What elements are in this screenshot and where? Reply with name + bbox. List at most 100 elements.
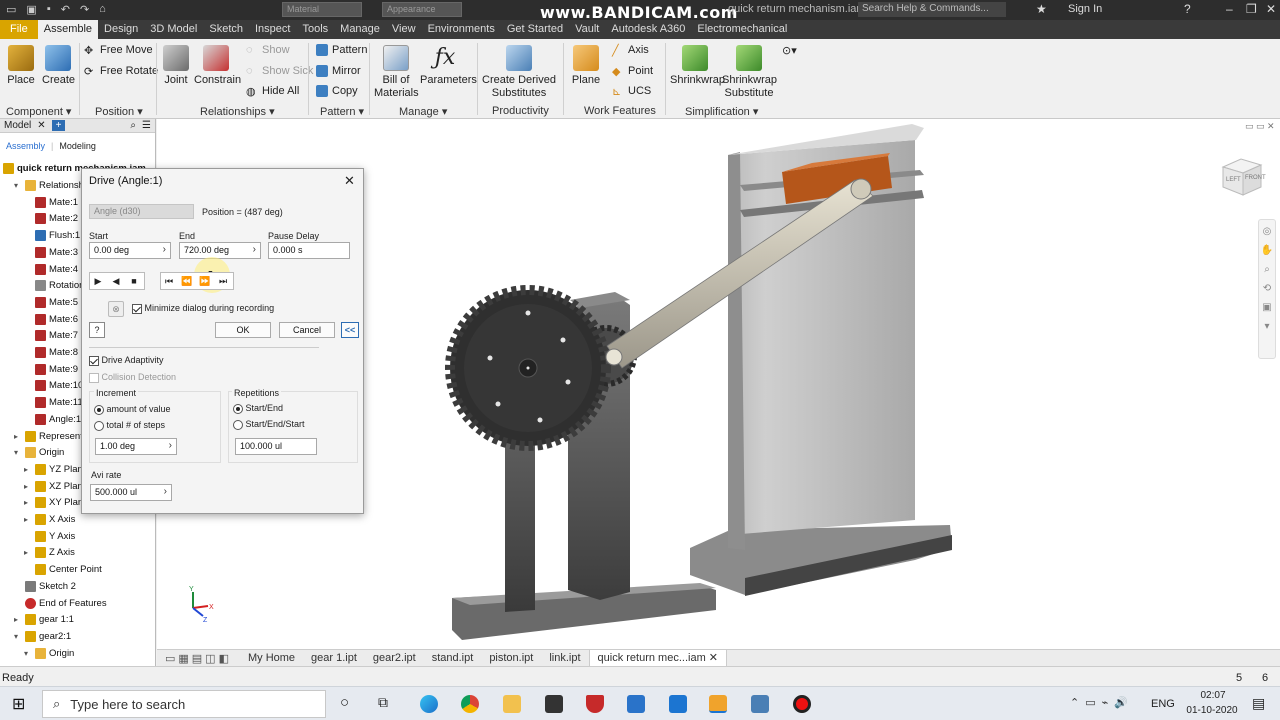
increment-input[interactable]: 1.00 deg › [95,438,177,455]
start-input[interactable]: 0.00 deg › [89,242,171,259]
calculator-icon[interactable] [751,695,769,713]
close-icon[interactable]: ✕ [709,652,718,664]
open-icon[interactable]: ▣ [26,3,36,16]
play-reverse-icon[interactable]: ◀ [109,274,123,288]
tree-item[interactable]: ▸ Z Axis [24,547,75,559]
tree-item[interactable]: Mate:11 [24,397,83,409]
tree-item[interactable]: ▸ X Axis [24,514,75,525]
copy-button[interactable]: Copy [316,85,358,97]
cortana-icon[interactable]: ○ [340,694,349,711]
amount-of-value-radio[interactable]: amount of value [94,404,171,415]
place-button[interactable]: Place [6,45,36,87]
tree-item[interactable]: ▾ Origin [14,447,64,459]
step-forward-icon[interactable]: ⏩ [198,274,212,288]
checkbox[interactable] [89,355,99,366]
tree-item[interactable]: Mate:8 [24,347,78,358]
tree-expander-icon[interactable]: ▸ [24,498,32,507]
tree-item[interactable]: Sketch 2 [14,580,76,592]
redo-icon[interactable]: ↷ [80,3,89,16]
doc-tab-gear1[interactable]: gear 1.ipt [303,652,365,664]
go-to-end-icon[interactable]: ⏭ [216,274,230,288]
collision-detection-checkbox[interactable]: Collision Detection [89,372,176,383]
photos-icon[interactable] [627,695,645,713]
clock-date[interactable]: 01-10-2020 [1180,705,1244,716]
doc-tab-piston[interactable]: piston.ipt [481,652,541,664]
end-input[interactable]: 720.00 deg › [179,242,261,259]
hide-all-button[interactable]: ◍ Hide All [246,85,299,98]
menu-icon[interactable]: ☰ [142,120,155,131]
inventor-icon[interactable] [709,695,727,713]
radio[interactable] [233,403,243,414]
tree-item[interactable]: ▸ XZ Plane [24,480,88,492]
mcafee-icon[interactable] [586,695,604,713]
pause-delay-input[interactable]: 0.000 s [268,242,350,259]
shrinkwrap-button[interactable]: Shrinkwrap [670,45,725,87]
file-explorer-icon[interactable] [503,695,521,713]
taskbar-search[interactable]: ⌕ Type here to search [42,690,326,718]
tree-expander-icon[interactable]: ▸ [14,615,22,624]
sign-in-link[interactable]: Sign In [1068,3,1102,15]
tree-item[interactable]: ▾ gear2:1 [14,630,71,642]
zoom-icon[interactable]: ⌕ [1264,264,1270,275]
star-icon[interactable]: ★ [1036,2,1047,16]
pattern-button[interactable]: Pattern [316,44,367,56]
joint-button[interactable]: Joint [162,45,190,87]
chevron-right-icon[interactable]: › [253,244,256,255]
mail-icon[interactable] [669,695,687,713]
play-forward-icon[interactable]: ▶ [91,274,105,288]
subtab-modeling[interactable]: Modeling [59,141,96,151]
tree-item[interactable]: Mate:1 [24,196,78,208]
show-button[interactable]: ◌ Show [246,44,290,56]
nav-options-icon[interactable]: ▾ [1264,321,1269,332]
tree-expander-icon[interactable]: ▸ [24,515,32,524]
tab-get-started[interactable]: Get Started [501,20,569,39]
minimize-icon[interactable]: – [1226,2,1233,16]
tree-item[interactable]: Mate:7 [24,330,78,342]
chrome-icon[interactable] [461,695,479,713]
chevron-right-icon[interactable]: › [169,440,172,451]
material-combo[interactable]: Material [282,2,362,17]
go-to-start-icon[interactable]: ⏮ [162,274,176,288]
search-icon[interactable]: ⌕ [130,120,136,131]
windows-start-icon[interactable]: ⊞ [12,694,25,714]
add-tab-icon[interactable]: + [51,120,66,131]
collapse-button[interactable]: << [341,322,359,338]
tree-item[interactable]: Mate:3 (2 [24,246,89,258]
stop-icon[interactable]: ■ [127,274,141,288]
tree-item[interactable]: ▸ XY Plane [24,497,88,509]
panel-relationships[interactable]: Relationships ▾ [200,105,275,118]
save-icon[interactable]: ▪ [47,3,51,16]
bandicam-icon[interactable] [793,695,811,713]
system-tray-icons[interactable]: ⌃▭⌁🔊 [1070,696,1134,709]
notifications-icon[interactable]: ▤ [1252,695,1265,712]
browser-tab-model[interactable]: Model [4,120,31,131]
create-button[interactable]: Create [42,45,75,87]
mirror-button[interactable]: Mirror [316,65,361,77]
ok-button[interactable]: OK [215,322,271,338]
help-button[interactable]: ? [89,322,105,338]
checkbox[interactable] [89,372,99,383]
doc-tab-stand[interactable]: stand.ipt [424,652,482,664]
tab-electromechanical[interactable]: Electromechanical [691,20,793,39]
tree-item[interactable]: Mate:9 [24,363,78,375]
close-icon[interactable]: ✕ [1266,2,1276,16]
store-icon[interactable] [545,695,563,713]
new-icon[interactable]: ▭ [6,3,16,16]
free-move-button[interactable]: ✥ Free Move [84,44,153,57]
help-search-input[interactable]: Search Help & Commands... [858,2,1006,17]
doc-tab-quick-return[interactable]: quick return mec...iam ✕ [588,649,728,667]
tab-view[interactable]: View [386,20,422,39]
tree-item[interactable]: ▸ gear 1:1 [14,614,74,626]
language-indicator[interactable]: ENG [1151,698,1175,710]
tile-controls-icon[interactable]: ▭▦▤◫◧ [157,652,240,665]
tree-item[interactable]: Mate:10 [24,380,83,392]
clock-time[interactable]: 02:07 [1196,690,1230,701]
help-icon[interactable]: ? [1184,2,1191,16]
tree-expander-icon[interactable]: ▾ [14,181,22,190]
appearance-combo[interactable]: Appearance [382,2,462,17]
tree-item[interactable]: Mate:6 [24,313,78,325]
tree-item[interactable]: Center Point [24,564,102,576]
panel-component[interactable]: Component ▾ [6,105,71,118]
tree-item[interactable]: End of Features [14,597,107,609]
drive-adaptivity-checkbox[interactable]: Drive Adaptivity [89,355,164,366]
